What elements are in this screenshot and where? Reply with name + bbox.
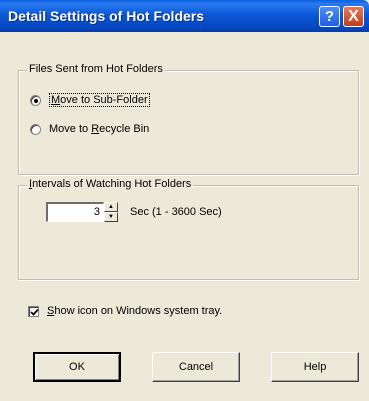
checkmark-icon (30, 308, 39, 316)
move-to-subfolder-radio[interactable] (30, 94, 41, 106)
move-to-subfolder-option[interactable]: Move to Sub-Folder (30, 93, 150, 107)
cancel-button[interactable]: Cancel (152, 352, 240, 382)
title-bar[interactable]: Detail Settings of Hot Folders ? X (0, 0, 369, 32)
show-tray-icon-label: Show icon on Windows system tray. (47, 305, 223, 317)
close-button[interactable]: X (343, 6, 364, 27)
interval-input[interactable]: 3 (46, 202, 104, 222)
cancel-button-label: Cancel (178, 361, 214, 373)
move-to-recycle-bin-option[interactable]: Move to Recycle Bin (30, 123, 149, 135)
move-to-recycle-bin-label: Move to Recycle Bin (49, 123, 150, 135)
help-button-label: Help (303, 361, 327, 373)
help-button[interactable]: Help (271, 352, 359, 382)
help-icon: ? (324, 8, 335, 25)
help-title-button[interactable]: ? (319, 6, 340, 27)
spin-buttons: ▲ ▼ (104, 202, 118, 222)
move-to-recycle-bin-radio[interactable] (30, 123, 41, 135)
show-tray-icon-checkbox[interactable] (28, 305, 39, 317)
files-sent-group-label: Files Sent from Hot Folders (27, 63, 165, 75)
interval-unit-label: Sec (1 - 3600 Sec) (130, 206, 222, 218)
chevron-down-icon: ▼ (108, 214, 114, 220)
spin-down-button[interactable]: ▼ (104, 212, 118, 222)
window-title: Detail Settings of Hot Folders (8, 8, 205, 24)
ok-button-label: OK (69, 361, 85, 373)
intervals-group: Intervals of Watching Hot Folders (18, 178, 359, 280)
move-to-subfolder-label: Move to Sub-Folder (49, 93, 150, 107)
spin-up-button[interactable]: ▲ (104, 202, 118, 212)
interval-spinner[interactable]: 3 ▲ ▼ Sec (1 - 3600 Sec) (46, 202, 222, 222)
show-tray-icon-option[interactable]: Show icon on Windows system tray. (28, 305, 222, 317)
intervals-group-label: Intervals of Watching Hot Folders (27, 178, 194, 190)
close-icon: X (348, 7, 359, 25)
ok-button[interactable]: OK (33, 352, 121, 382)
chevron-up-icon: ▲ (108, 204, 114, 210)
